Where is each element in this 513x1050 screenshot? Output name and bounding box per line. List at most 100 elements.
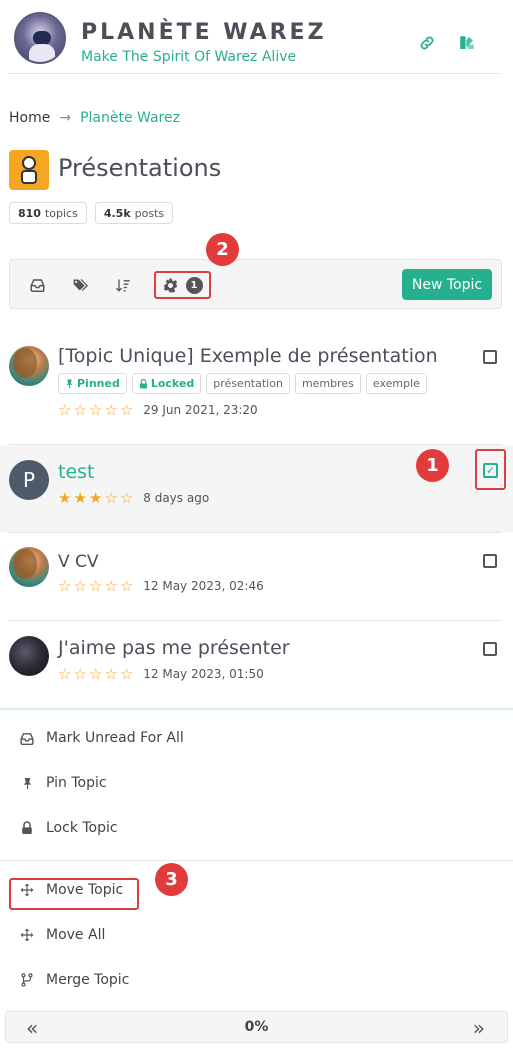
topic-meta: ★ ★ ★ ☆ ☆ 8 days ago: [58, 489, 209, 507]
star-empty-icon[interactable]: ☆: [73, 577, 86, 595]
star-empty-icon[interactable]: ☆: [89, 665, 102, 683]
annotation-marker-3: 3: [155, 863, 188, 896]
star-empty-icon[interactable]: ☆: [104, 577, 117, 595]
pinned-label: Pinned: [77, 377, 120, 390]
star-empty-icon[interactable]: ☆: [73, 665, 86, 683]
brand-logo[interactable]: [14, 12, 66, 64]
topic-row[interactable]: [Topic Unique] Exemple de présentation P…: [0, 332, 513, 434]
menu-item-label: Mark Unread For All: [46, 730, 184, 746]
topic-title[interactable]: [Topic Unique] Exemple de présentation: [58, 345, 438, 367]
topic-meta: ☆ ☆ ☆ ☆ ☆ 12 May 2023, 01:50: [58, 665, 264, 683]
star-empty-icon[interactable]: ☆: [89, 577, 102, 595]
user-avatar[interactable]: P: [9, 460, 49, 500]
tag-badge[interactable]: exemple: [365, 373, 427, 394]
sort-button[interactable]: [111, 273, 135, 297]
star-empty-icon[interactable]: ☆: [104, 489, 117, 507]
topic-title[interactable]: V CV: [58, 552, 99, 572]
user-avatar[interactable]: [9, 547, 49, 587]
user-avatar[interactable]: [9, 346, 49, 386]
menu-item-move-all[interactable]: Move All: [20, 927, 105, 943]
menu-item-lock[interactable]: Lock Topic: [20, 820, 118, 836]
star-empty-icon[interactable]: ☆: [58, 401, 71, 419]
watch-button[interactable]: [25, 273, 49, 297]
topic-title[interactable]: J'aime pas me présenter: [58, 637, 290, 659]
category-astronaut-icon: [9, 150, 49, 190]
code-fork-icon: [21, 973, 33, 987]
topic-meta: ☆ ☆ ☆ ☆ ☆ 12 May 2023, 02:46: [58, 577, 264, 595]
pinned-badge: Pinned: [58, 373, 127, 394]
palette-icon[interactable]: [458, 34, 476, 52]
topic-badges: Pinned Locked présentation membres exemp…: [58, 373, 427, 394]
star-filled-icon[interactable]: ★: [73, 489, 86, 507]
topic-row[interactable]: V CV ☆ ☆ ☆ ☆ ☆ 12 May 2023, 02:46: [0, 533, 513, 620]
select-checkbox[interactable]: [483, 642, 497, 656]
topic-title[interactable]: test: [58, 461, 95, 483]
star-empty-icon[interactable]: ☆: [104, 401, 117, 419]
pin-icon: [23, 777, 31, 789]
pin-icon: [66, 379, 73, 388]
link-icon[interactable]: [418, 34, 436, 52]
rating-stars: ☆ ☆ ☆ ☆ ☆: [58, 665, 133, 683]
topics-label: topics: [44, 206, 78, 220]
menu-item-label: Lock Topic: [46, 820, 118, 836]
select-checkbox[interactable]: [483, 554, 497, 568]
tag-badge[interactable]: présentation: [206, 373, 290, 394]
thread-tools-button[interactable]: 1: [154, 271, 211, 299]
thread-tools-menu: Mark Unread For All Pin Topic Lock Topic…: [0, 708, 513, 1050]
menu-item-label: Move All: [46, 927, 106, 943]
menu-item-label: Merge Topic: [46, 972, 130, 988]
star-empty-icon[interactable]: ☆: [89, 401, 102, 419]
breadcrumb-home[interactable]: Home: [9, 110, 50, 126]
menu-item-label: Pin Topic: [46, 775, 107, 791]
tags-button[interactable]: [69, 273, 93, 297]
star-empty-icon[interactable]: ☆: [120, 489, 133, 507]
topic-row[interactable]: J'aime pas me présenter ☆ ☆ ☆ ☆ ☆ 12 May 202…: [0, 621, 513, 708]
topic-time: 29 Jun 2021, 23:20: [143, 403, 258, 417]
menu-item-merge[interactable]: Merge Topic: [20, 972, 129, 988]
star-empty-icon[interactable]: ☆: [120, 665, 133, 683]
menu-item-move[interactable]: Move Topic: [20, 882, 123, 898]
sort-icon: [115, 279, 130, 292]
tags-icon: [73, 279, 89, 291]
topics-count-badge: 810 topics: [9, 202, 87, 224]
menu-item-pin[interactable]: Pin Topic: [20, 775, 107, 791]
star-empty-icon[interactable]: ☆: [73, 401, 86, 419]
topic-toolbar: 1 New Topic: [9, 259, 502, 309]
inbox-icon: [30, 279, 44, 292]
star-empty-icon[interactable]: ☆: [120, 401, 133, 419]
select-checkbox-highlight: ✓: [475, 449, 506, 490]
breadcrumb-current: Planète Warez: [80, 110, 180, 126]
tag-badge[interactable]: membres: [294, 373, 361, 394]
star-filled-icon[interactable]: ★: [89, 489, 102, 507]
user-avatar[interactable]: [9, 636, 49, 676]
select-checkbox[interactable]: [483, 350, 497, 364]
menu-item-mark-unread[interactable]: Mark Unread For All: [20, 730, 184, 746]
pagination-bar: « 0% »: [5, 1011, 508, 1043]
scroll-percent: 0%: [244, 1019, 269, 1035]
annotation-marker-2: 2: [206, 233, 239, 266]
selected-count-badge: 1: [185, 276, 203, 294]
brand-tagline: Make The Spirit Of Warez Alive: [81, 49, 297, 65]
star-empty-icon[interactable]: ☆: [104, 665, 117, 683]
locked-badge: Locked: [131, 373, 202, 394]
menu-item-label: Move Topic: [46, 882, 124, 898]
rating-stars: ☆ ☆ ☆ ☆ ☆: [58, 401, 133, 419]
topic-time: 12 May 2023, 02:46: [143, 579, 264, 593]
topic-time: 8 days ago: [143, 491, 210, 505]
breadcrumb-separator: →: [59, 110, 72, 126]
star-filled-icon[interactable]: ★: [58, 489, 71, 507]
lock-icon: [22, 821, 32, 834]
posts-label: posts: [134, 206, 165, 220]
topics-count: 810: [18, 206, 41, 220]
rating-stars: ★ ★ ★ ☆ ☆: [58, 489, 133, 507]
breadcrumb: Home → Planète Warez: [9, 110, 180, 126]
new-topic-button[interactable]: New Topic: [402, 269, 492, 300]
select-checkbox-checked[interactable]: ✓: [483, 463, 498, 478]
next-page-button[interactable]: »: [473, 1016, 485, 1040]
star-empty-icon[interactable]: ☆: [58, 577, 71, 595]
annotation-marker-1: 1: [416, 449, 449, 482]
star-empty-icon[interactable]: ☆: [58, 665, 71, 683]
posts-count: 4.5k: [103, 206, 131, 220]
star-empty-icon[interactable]: ☆: [120, 577, 133, 595]
brand-title[interactable]: PLANÈTE WAREZ: [81, 20, 327, 45]
